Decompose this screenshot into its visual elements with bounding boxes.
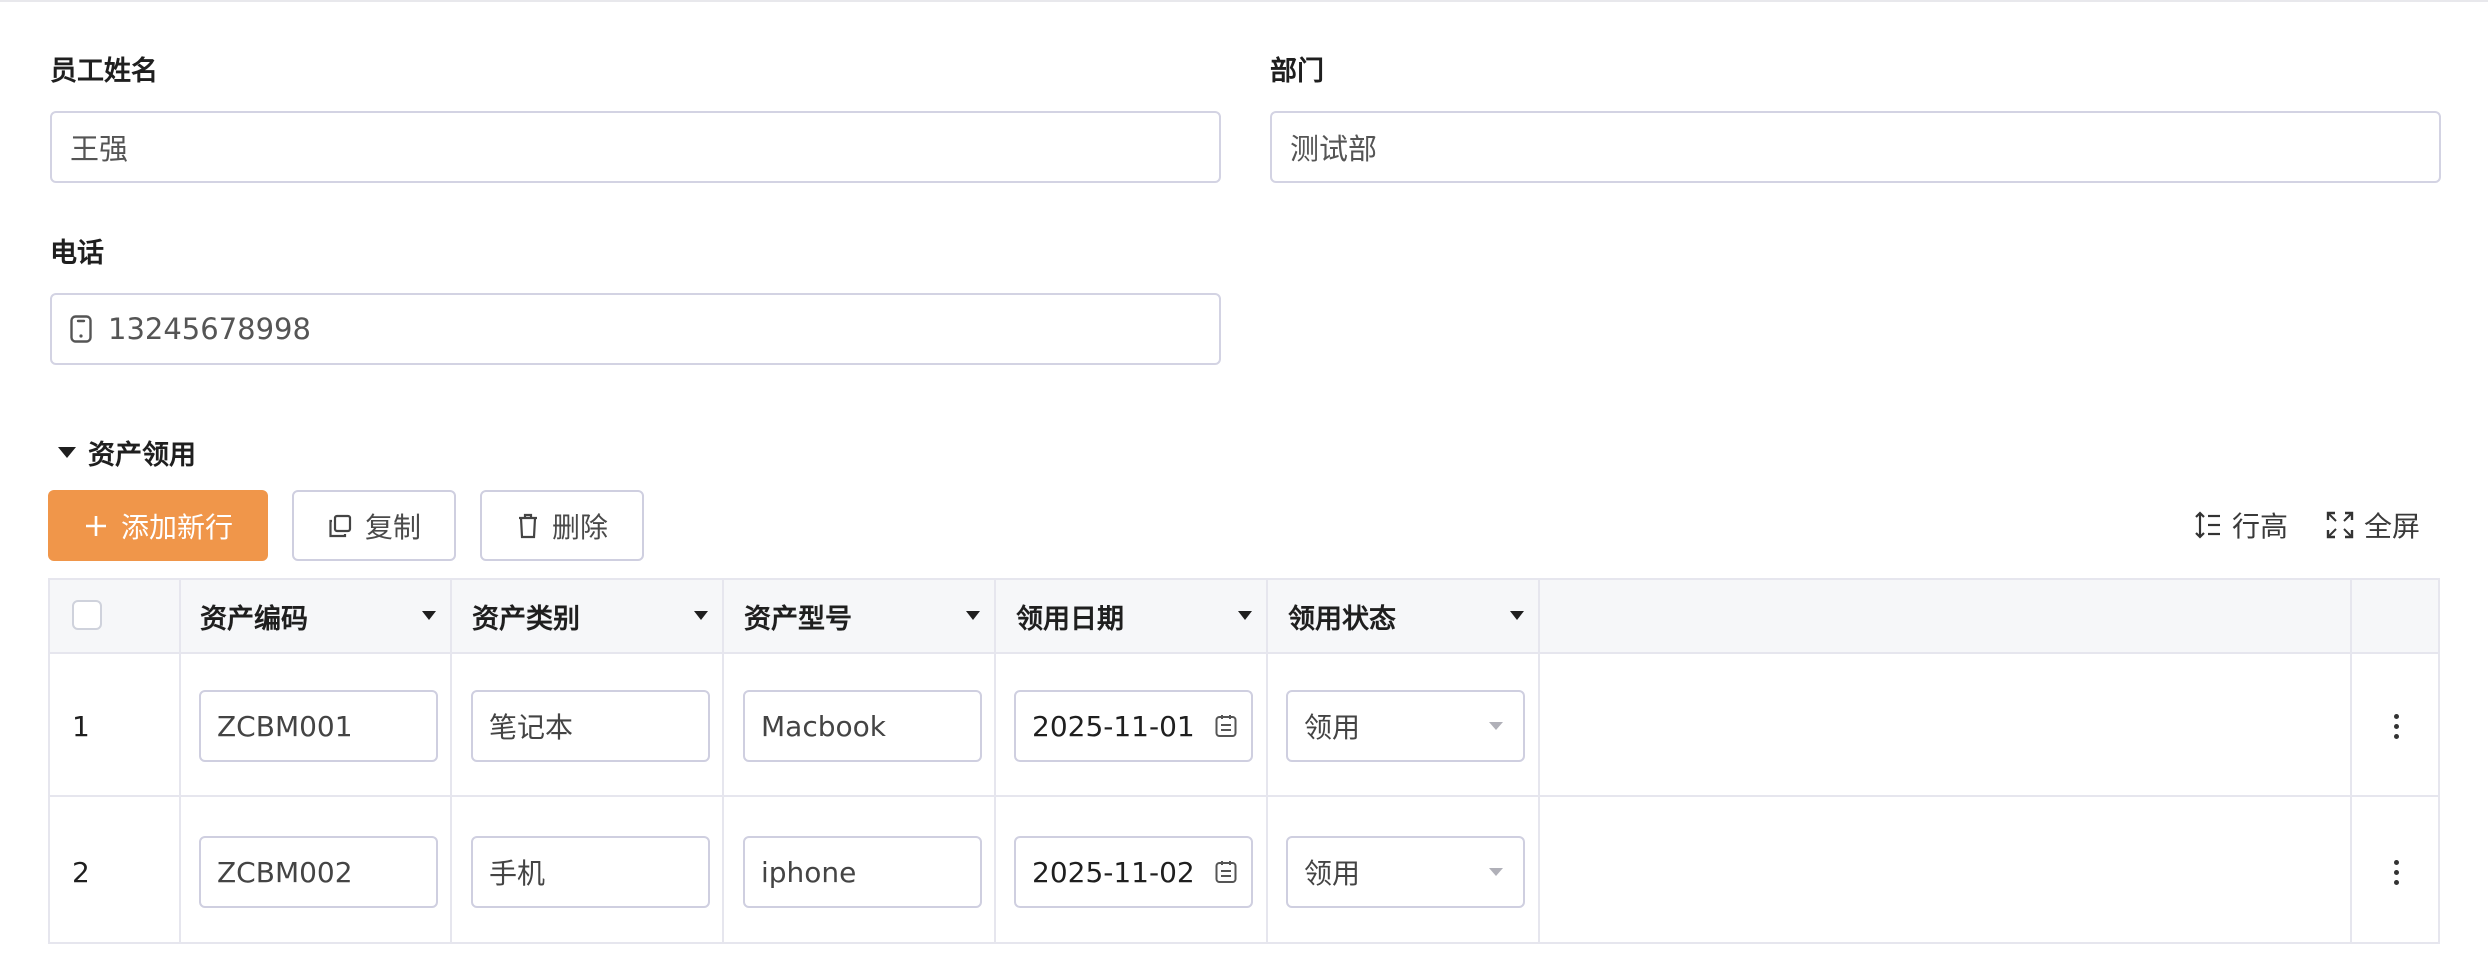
asset-category-input[interactable]: 笔记本 [471, 690, 710, 762]
asset-category-input[interactable]: 手机 [471, 836, 710, 908]
row-more-icon[interactable] [2386, 706, 2406, 746]
column-divider [2350, 580, 2352, 942]
fullscreen-label: 全屏 [2364, 510, 2421, 543]
row-height-label: 行高 [2232, 510, 2289, 543]
header-issue-status: 领用状态 [1288, 603, 1396, 635]
asset-code-value: ZCBM001 [217, 709, 353, 743]
issue-status-value: 领用 [1304, 711, 1361, 744]
asset-code-input[interactable]: ZCBM001 [199, 690, 438, 762]
copy-button[interactable]: 复制 [292, 490, 456, 561]
sort-caret-icon[interactable] [1510, 611, 1524, 620]
column-divider [994, 580, 996, 942]
section-title: 资产领用 [88, 439, 196, 471]
issue-date-value: 2025-11-02 [1032, 855, 1195, 889]
header-asset-category: 资产类别 [472, 603, 580, 635]
fullscreen-icon [2326, 511, 2354, 539]
chevron-down-icon [1489, 868, 1503, 876]
asset-code-input[interactable]: ZCBM002 [199, 836, 438, 908]
delete-button[interactable]: 删除 [480, 490, 644, 561]
add-row-button[interactable]: 添加新行 [48, 490, 268, 561]
top-divider [0, 0, 2488, 2]
asset-table: 资产编码 资产类别 资产型号 领用日期 领用状态 1 ZCBM001 笔记本 M… [48, 578, 2440, 944]
issue-status-value: 领用 [1304, 857, 1361, 890]
select-all-checkbox[interactable] [72, 600, 102, 630]
calendar-icon [1215, 715, 1237, 737]
employee-name-label: 员工姓名 [50, 56, 158, 87]
mobile-phone-icon [70, 315, 92, 343]
calendar-icon [1215, 861, 1237, 883]
fullscreen-button[interactable]: 全屏 [2326, 505, 2420, 545]
column-divider [450, 580, 452, 942]
asset-section-toggle[interactable]: 资产领用 [58, 432, 196, 472]
issue-date-value: 2025-11-01 [1032, 709, 1195, 743]
asset-model-value: iphone [761, 855, 857, 889]
asset-category-value: 手机 [489, 857, 546, 890]
sort-caret-icon[interactable] [422, 611, 436, 620]
asset-model-input[interactable]: iphone [743, 836, 982, 908]
header-asset-model: 资产型号 [744, 603, 852, 635]
employee-name-value: 王强 [70, 132, 129, 166]
asset-model-input[interactable]: Macbook [743, 690, 982, 762]
asset-model-value: Macbook [761, 709, 886, 743]
row-index: 1 [72, 709, 90, 743]
issue-status-select[interactable]: 领用 [1286, 690, 1525, 762]
row-more-icon[interactable] [2386, 852, 2406, 892]
sort-caret-icon[interactable] [1238, 611, 1252, 620]
trash-icon [518, 513, 537, 538]
plus-icon [85, 515, 106, 536]
chevron-down-icon [1489, 722, 1503, 730]
phone-label: 电话 [50, 238, 104, 269]
issue-status-select[interactable]: 领用 [1286, 836, 1525, 908]
department-label: 部门 [1270, 56, 1324, 87]
sort-caret-icon[interactable] [966, 611, 980, 620]
header-issue-date: 领用日期 [1016, 603, 1124, 635]
column-divider [1266, 580, 1268, 942]
row-height-icon [2195, 511, 2220, 539]
asset-code-value: ZCBM002 [217, 855, 353, 889]
sort-caret-icon[interactable] [694, 611, 708, 620]
column-divider [1538, 580, 1540, 942]
row-height-button[interactable]: 行高 [2194, 505, 2288, 545]
column-divider [179, 580, 181, 942]
asset-category-value: 笔记本 [489, 711, 574, 744]
department-input[interactable]: 测试部 [1270, 111, 2441, 183]
row-divider [50, 795, 2438, 797]
copy-label: 复制 [364, 510, 421, 544]
header-asset-code: 资产编码 [200, 603, 308, 635]
employee-name-input[interactable]: 王强 [50, 111, 1221, 183]
row-index: 2 [72, 855, 90, 889]
column-divider [722, 580, 724, 942]
add-row-label: 添加新行 [120, 510, 233, 544]
phone-value: 13245678998 [108, 312, 311, 346]
caret-down-icon [58, 446, 76, 458]
copy-icon [329, 514, 352, 537]
issue-date-picker[interactable]: 2025-11-01 [1014, 690, 1253, 762]
delete-label: 删除 [551, 510, 608, 544]
department-value: 测试部 [1290, 132, 1378, 166]
issue-date-picker[interactable]: 2025-11-02 [1014, 836, 1253, 908]
phone-input[interactable]: 13245678998 [50, 293, 1221, 365]
